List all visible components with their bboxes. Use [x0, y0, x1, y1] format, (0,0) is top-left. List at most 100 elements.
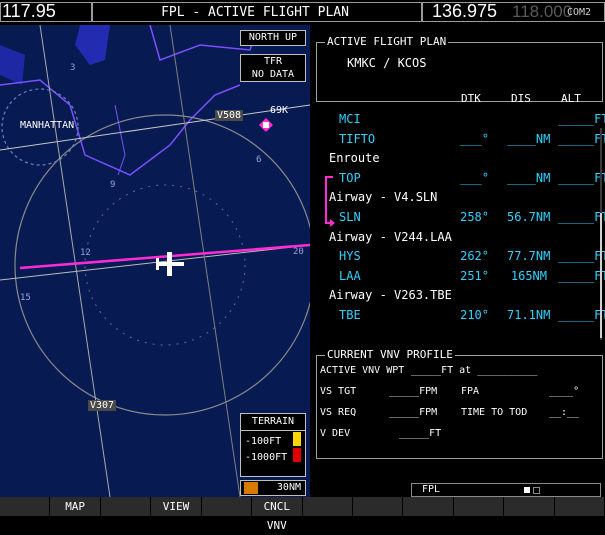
waypoint-dis: ____NM: [507, 131, 551, 146]
page-title: FPL - ACTIVE FLIGHT PLAN: [161, 5, 349, 20]
waypoint-dtk: ___°: [460, 170, 489, 185]
waypoint-name: MCI: [339, 112, 361, 126]
top-status-bar: 117.95 FPL - ACTIVE FLIGHT PLAN 136.975 …: [0, 0, 605, 25]
waypoint-alt: _____FT: [558, 112, 605, 126]
map-ring-label-6: 6: [256, 155, 262, 165]
softkey-5[interactable]: [201, 497, 253, 516]
flight-plan-row[interactable]: Enroute: [311, 149, 605, 169]
com2-active-frequency: 136.975: [432, 1, 498, 21]
softkey-7[interactable]: [302, 497, 353, 516]
softkey-10[interactable]: [453, 497, 505, 516]
com2-standby-frequency: 118.000: [512, 2, 573, 21]
flight-plan-row[interactable]: TOP ___° ____NM _____FT: [311, 169, 605, 189]
waypoint-name: LAA: [339, 268, 361, 283]
map-range-box[interactable]: 30NM: [240, 480, 306, 496]
softkey-2[interactable]: MAP: [50, 497, 101, 516]
map-orientation-box[interactable]: NORTH UP: [240, 30, 306, 46]
map-ring-label-15: 15: [20, 293, 31, 303]
softkey-4[interactable]: VIEW: [151, 497, 202, 516]
waypoint-name: TIFTO: [339, 131, 376, 146]
map-orientation-label: NORTH UP: [248, 32, 298, 43]
waypoint-name: Airway - V4.SLN: [329, 190, 438, 205]
airway-label-v508: V508: [215, 110, 244, 121]
waypoint-dis: ____NM: [507, 170, 551, 185]
flight-plan-row[interactable]: TBE 210° 71.1NM _____FT: [311, 306, 605, 326]
waypoint-alt: _____FT: [558, 268, 605, 283]
active-flight-plan-title: ACTIVE FLIGHT PLAN: [325, 35, 449, 48]
softkey-1[interactable]: [0, 497, 51, 516]
waypoint-dtk: ___°: [460, 131, 489, 146]
waypoint-name: Airway - V263.TBE: [329, 288, 452, 303]
airway-label-v307: V307: [88, 400, 117, 411]
softkey-9[interactable]: [403, 497, 454, 516]
vs-req-label: VS REQ: [320, 407, 357, 418]
flight-plan-row[interactable]: HYS 262° 77.7NM _____FT: [311, 247, 605, 267]
waypoint-dtk: 251°: [460, 268, 489, 283]
flight-plan-route: KMKC / KCOS: [347, 56, 427, 70]
time-to-tod-value: __:__: [549, 407, 580, 418]
tfr-status-box: TFR NO DATA: [240, 54, 306, 82]
vs-tgt-value: _____FPM: [389, 386, 438, 397]
page-group-bar: FPL: [311, 483, 605, 497]
map-ring-label-9: 9: [110, 180, 116, 190]
flight-plan-row[interactable]: MCI _____FT: [311, 110, 605, 130]
flight-plan-panel: ACTIVE FLIGHT PLAN KMKC / KCOS DTK DIS A…: [311, 25, 605, 347]
flight-plan-row[interactable]: Airway - V263.TBE: [311, 286, 605, 306]
softkey-12[interactable]: [554, 497, 605, 516]
page-group-box: FPL: [411, 483, 601, 497]
terrain-level-1000: -1000FT: [245, 452, 288, 463]
active-vnv-wpt-value: _____FT at __________: [411, 365, 538, 376]
map-ring-label-20: 20: [293, 247, 304, 257]
flight-plan-scrollbar[interactable]: [600, 128, 602, 340]
waypoint-name: SLN: [339, 210, 361, 224]
waypoint-name: TOP: [339, 170, 361, 185]
vs-req-value: _____FPM: [389, 407, 438, 418]
softkey-8[interactable]: [352, 497, 404, 516]
waypoint-alt: _____FT: [558, 170, 605, 185]
flight-plan-row[interactable]: Airway - V244.LAA: [311, 228, 605, 248]
softkey-bar: MAP VIEW CNCL VNV: [0, 497, 605, 532]
moving-map[interactable]: MANHATTAN V508 69K V307 20 15 12 3 9 6 N…: [0, 25, 310, 497]
flight-plan-row[interactable]: SLN 258° 56.7NM _____FT: [311, 208, 605, 228]
vs-tgt-label: VS TGT: [320, 386, 357, 397]
waypoint-dis: 77.7NM: [507, 249, 551, 264]
softkey-6[interactable]: CNCL VNV: [252, 497, 303, 532]
fpa-value: ____°: [549, 386, 580, 397]
waypoint-dis: 71.1NM: [507, 308, 551, 322]
waypoint-name: TBE: [339, 308, 361, 322]
waypoint-alt: _____FT: [558, 210, 605, 224]
terrain-icon: [244, 482, 258, 494]
map-ring-label-3: 3: [70, 63, 76, 73]
fpa-label: FPA: [461, 386, 480, 397]
map-range-value: 30NM: [276, 482, 301, 493]
waypoint-dtk: 258°: [460, 210, 489, 224]
map-ring-label-12: 12: [80, 248, 91, 258]
flight-plan-row[interactable]: LAA 251° 165NM _____FT: [311, 267, 605, 287]
time-to-tod-label: TIME TO TOD: [461, 407, 528, 418]
waypoint-name: Airway - V244.LAA: [329, 229, 452, 244]
softkey-3[interactable]: [100, 497, 152, 516]
page-group-label: FPL: [422, 484, 441, 495]
column-header-dis: DIS: [511, 92, 531, 105]
waypoint-dtk: 262°: [460, 249, 489, 264]
waypoint-name: Enroute: [329, 151, 380, 166]
vnv-profile-panel: CURRENT VNV PROFILE ACTIVE VNV WPT _____…: [311, 347, 605, 463]
vor-label-69k: 69K: [270, 105, 289, 116]
terrain-red-swatch: [293, 448, 301, 462]
tfr-label: TFR: [263, 56, 283, 67]
flight-plan-row[interactable]: TIFTO ___° ____NM _____FT: [311, 130, 605, 150]
waypoint-alt: _____FT: [558, 249, 605, 264]
waypoint-dis: 165NM: [510, 268, 547, 283]
flight-plan-row[interactable]: Airway - V4.SLN: [311, 188, 605, 208]
waypoint-dtk: 210°: [460, 308, 489, 322]
page-indicator-active: [524, 487, 530, 493]
terrain-legend-title: TERRAIN: [241, 414, 305, 431]
flight-plan-scroll-thumb[interactable]: [600, 213, 602, 338]
waypoint-alt: _____FT: [558, 308, 605, 322]
map-label-manhattan: MANHATTAN: [20, 120, 75, 131]
vdev-label: V DEV: [320, 428, 351, 439]
active-flight-plan-frame: [316, 42, 603, 102]
vnv-profile-title: CURRENT VNV PROFILE: [325, 348, 455, 361]
terrain-yellow-swatch: [293, 432, 301, 446]
softkey-11[interactable]: [504, 497, 555, 516]
